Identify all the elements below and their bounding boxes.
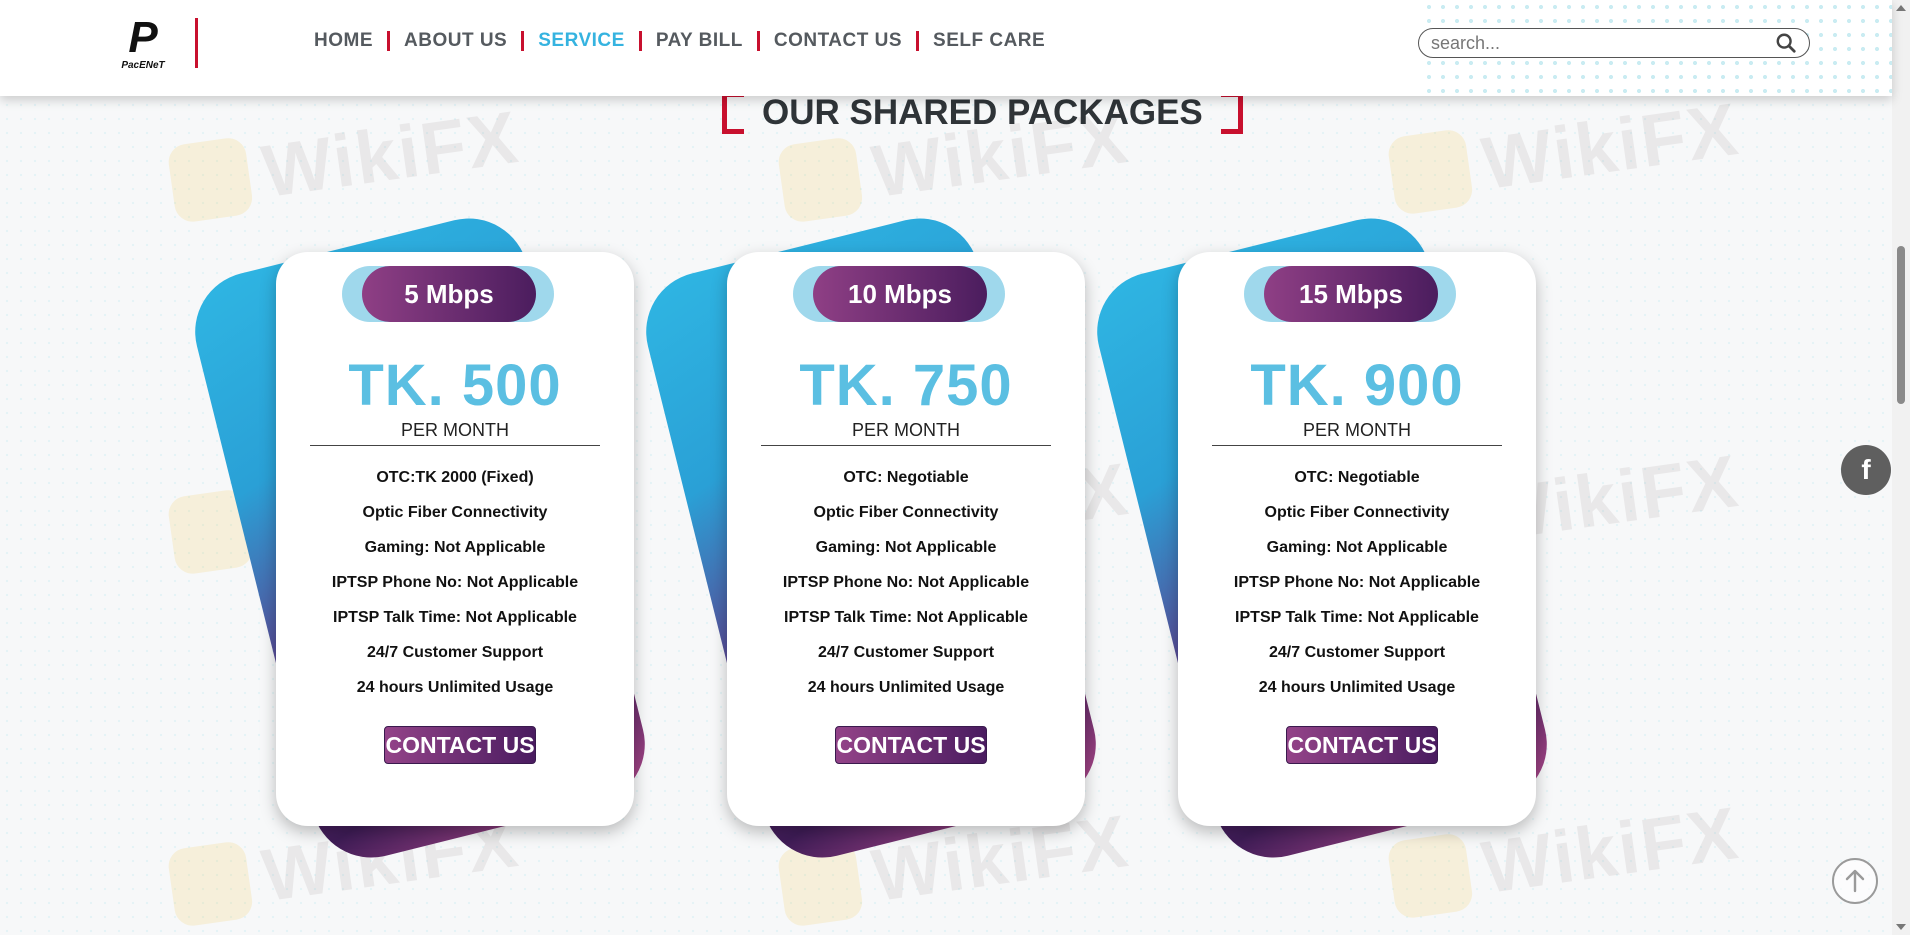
search-box [1418, 28, 1810, 58]
feature-item: IPTSP Phone No: Not Applicable [331, 574, 579, 591]
title-bracket-right [1220, 92, 1243, 134]
speed-label: 15 Mbps [1264, 266, 1438, 322]
feature-item: IPTSP Talk Time: Not Applicable [1235, 609, 1479, 626]
feature-item: IPTSP Talk Time: Not Applicable [784, 609, 1028, 626]
price-period: PER MONTH [310, 420, 600, 446]
feature-item: IPTSP Talk Time: Not Applicable [333, 609, 577, 626]
package-card-body: 15 Mbps TK. 900 PER MONTH OTC: Negotiabl… [1178, 252, 1536, 826]
page-scrollbar[interactable] [1892, 0, 1910, 935]
feature-item: 24/7 Customer Support [366, 644, 544, 661]
feature-item: Optic Fiber Connectivity [813, 504, 999, 521]
title-bracket-left [722, 92, 744, 134]
search-icon[interactable] [1775, 32, 1797, 54]
feature-item: 24 hours Unlimited Usage [807, 679, 1005, 696]
feature-item: IPTSP Phone No: Not Applicable [782, 574, 1030, 591]
scroll-up-arrow-icon[interactable] [1896, 5, 1906, 11]
site-header: P PacENeT HOME ABOUT US SERVICE PAY BILL… [0, 0, 1892, 96]
contact-us-button[interactable]: CONTACT US [384, 726, 536, 764]
feature-item: OTC: Negotiable [843, 469, 969, 486]
package-price: TK. 900 [1250, 353, 1464, 418]
package-price: TK. 750 [799, 353, 1013, 418]
feature-list: OTC:TK 2000 (Fixed) Optic Fiber Connecti… [276, 460, 634, 705]
price-period: PER MONTH [761, 420, 1051, 446]
package-card-10mbps: 10 Mbps TK. 750 PER MONTH OTC: Negotiabl… [633, 205, 1109, 871]
facebook-icon[interactable]: f [1841, 445, 1891, 495]
speed-label: 5 Mbps [362, 266, 536, 322]
main-nav: HOME ABOUT US SERVICE PAY BILL CONTACT U… [300, 30, 1059, 52]
feature-item: Gaming: Not Applicable [1266, 539, 1448, 556]
feature-item: OTC:TK 2000 (Fixed) [376, 469, 534, 486]
nav-home[interactable]: HOME [300, 30, 387, 52]
feature-item: 24/7 Customer Support [1268, 644, 1446, 661]
speed-badge: 10 Mbps [793, 266, 1005, 322]
feature-item: Gaming: Not Applicable [364, 539, 546, 556]
speed-badge: 15 Mbps [1244, 266, 1456, 322]
scroll-to-top-button[interactable] [1832, 858, 1878, 904]
feature-item: IPTSP Phone No: Not Applicable [1233, 574, 1481, 591]
section-title: OUR SHARED PACKAGES [722, 92, 1243, 134]
scroll-down-arrow-icon[interactable] [1896, 924, 1906, 930]
feature-item: 24 hours Unlimited Usage [356, 679, 554, 696]
package-card-body: 10 Mbps TK. 750 PER MONTH OTC: Negotiabl… [727, 252, 1085, 826]
feature-item: Optic Fiber Connectivity [1264, 504, 1450, 521]
package-card-5mbps: 5 Mbps TK. 500 PER MONTH OTC:TK 2000 (Fi… [182, 205, 658, 871]
package-price: TK. 500 [348, 353, 562, 418]
brand-logo[interactable]: P PacENeT [118, 16, 168, 72]
nav-about-us[interactable]: ABOUT US [390, 30, 521, 52]
nav-contact-us[interactable]: CONTACT US [760, 30, 916, 52]
section-title-text: OUR SHARED PACKAGES [762, 93, 1203, 132]
search-input[interactable] [1431, 32, 1775, 54]
package-card-15mbps: 15 Mbps TK. 900 PER MONTH OTC: Negotiabl… [1084, 205, 1560, 871]
logo-mark: P [128, 13, 158, 62]
nav-service[interactable]: SERVICE [524, 30, 639, 52]
feature-item: 24 hours Unlimited Usage [1258, 679, 1456, 696]
arrow-up-icon [1845, 869, 1865, 893]
feature-item: OTC: Negotiable [1294, 469, 1420, 486]
price-period: PER MONTH [1212, 420, 1502, 446]
logo-divider [195, 18, 198, 68]
speed-label: 10 Mbps [813, 266, 987, 322]
package-card-body: 5 Mbps TK. 500 PER MONTH OTC:TK 2000 (Fi… [276, 252, 634, 826]
feature-item: Optic Fiber Connectivity [362, 504, 548, 521]
nav-pay-bill[interactable]: PAY BILL [642, 30, 757, 52]
feature-item: Gaming: Not Applicable [815, 539, 997, 556]
feature-list: OTC: Negotiable Optic Fiber Connectivity… [1178, 460, 1536, 705]
feature-list: OTC: Negotiable Optic Fiber Connectivity… [727, 460, 1085, 705]
logo-text: PacENeT [121, 60, 165, 71]
contact-us-button[interactable]: CONTACT US [1286, 726, 1438, 764]
scrollbar-thumb[interactable] [1897, 246, 1905, 404]
speed-badge: 5 Mbps [342, 266, 554, 322]
feature-item: 24/7 Customer Support [817, 644, 995, 661]
contact-us-button[interactable]: CONTACT US [835, 726, 987, 764]
nav-self-care[interactable]: SELF CARE [919, 30, 1059, 52]
